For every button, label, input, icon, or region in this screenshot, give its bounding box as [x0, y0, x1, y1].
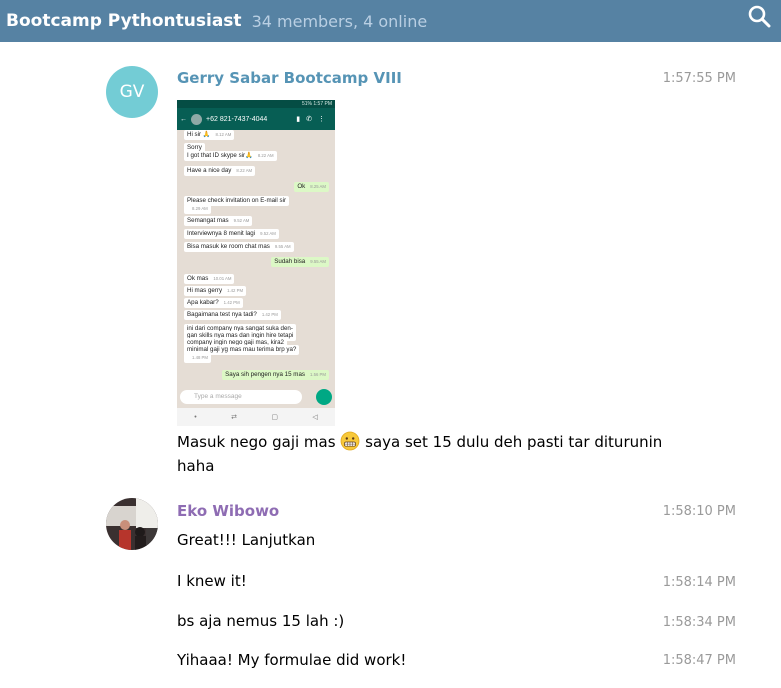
phone-nav-bar: • ⇄ ▢ ◁	[177, 408, 335, 426]
phone-bubble-time: 9.52 AM	[260, 231, 276, 236]
phone-bubble-text: I got that ID skype sir🙏	[187, 152, 253, 159]
phone-bubble-time: 8.22 AM	[257, 153, 274, 158]
phone-app-bar: ← +62 821-7437-4044 ▮✆⋮	[177, 108, 335, 130]
phone-bubble-time: 9.55 AM	[310, 259, 326, 264]
phone-bubble-incoming: Hi sir 🙏 8.12 AM	[184, 130, 235, 140]
author-name[interactable]: Eko Wibowo	[177, 502, 279, 520]
phone-bubble-text: Ok	[297, 183, 306, 190]
search-icon[interactable]	[747, 4, 771, 28]
phone-bubble-time: 1.42 PM	[261, 312, 278, 317]
phone-bubble-time: 10.01 AM	[213, 276, 232, 281]
phone-bubble-time: 9.52 AM	[233, 218, 250, 223]
phone-bubble-incoming: Have a nice day 8.22 AM	[184, 166, 256, 176]
phone-bubble-text: Please check invitation on E-mail sir	[187, 197, 287, 204]
phone-bubble-outgoing: Sudah bisa 9.55 AM	[271, 257, 329, 267]
phone-bubble-incoming: Interviewnya 8 menit lagi 9.52 AM	[184, 229, 279, 239]
phone-bubble-text: Sudah bisa	[274, 258, 306, 265]
author-name[interactable]: Gerry Sabar Bootcamp VIII	[177, 69, 402, 87]
phone-input-field: Type a message	[180, 390, 302, 404]
message-time: 1:58:10 PM	[662, 504, 736, 519]
phone-bubble-time: 8.29 AM	[192, 206, 208, 211]
avatar[interactable]	[106, 498, 158, 550]
message-text-part: haha	[177, 457, 215, 475]
phone-bubble-text: Hi mas gerry	[187, 287, 223, 294]
phone-bubble-incoming: Semangat mas 9.52 AM	[184, 216, 253, 226]
phone-bubble-text: minimal gaji yg mas mau terima brp ya?	[187, 346, 297, 353]
phone-bubble-text: Ok mas	[187, 275, 209, 282]
phone-bubble-incoming: Hi mas gerry 1.42 PM	[184, 286, 247, 296]
phone-bubble-time: 8.25 AM	[310, 184, 326, 189]
message-text: bs aja nemus 15 lah :)	[177, 612, 345, 630]
phone-bubble-time: 1.56 PM	[309, 372, 326, 377]
phone-bubble-incoming: Bagaimana test nya tadi? 1.42 PM	[184, 310, 281, 320]
phone-bubble-text: Semangat mas	[187, 217, 229, 224]
nav-dot-icon: •	[194, 413, 197, 421]
phone-bubble-incoming: Bisa masuk ke room chat mas 9.55 AM	[184, 242, 294, 252]
phone-bubble-text: Bisa masuk ke room chat mas	[187, 243, 270, 250]
chat-header: Bootcamp Pythontusiast 34 members, 4 onl…	[0, 0, 781, 42]
phone-chat-body: Hi sir 🙏 8.12 AM Sorry I got that ID skype …	[177, 130, 335, 386]
member-count: 34 members, 4 online	[251, 11, 428, 31]
message-text: I knew it!	[177, 572, 247, 590]
message-time: 1:58:47 PM	[662, 653, 736, 668]
phone-bubble-text: Interviewnya 8 menit lagi	[187, 230, 256, 237]
attached-screenshot[interactable]: 51% 1:57 PM ← +62 821-7437-4044 ▮✆⋮ Hi s…	[177, 100, 335, 426]
phone-bubble-time: 8.22 AM	[236, 168, 253, 173]
message-text: Yihaaa! My formulae did work!	[177, 651, 407, 669]
phone-contact-name: +62 821-7437-4044	[206, 115, 268, 123]
message-time: 1:58:14 PM	[662, 575, 736, 590]
phone-bubble-text: Hi sir 🙏	[187, 131, 211, 138]
message-text-part: Masuk nego gaji mas	[177, 433, 336, 451]
message-text: Great!!! Lanjutkan	[177, 531, 316, 549]
phone-bubble-time: 9.55 AM	[274, 244, 291, 249]
message-text: Masuk nego gaji mas saya set 15 dulu deh…	[177, 430, 737, 478]
phone-bubble-text: Have a nice day	[187, 167, 232, 174]
phone-bubble-incoming: 1.48 PM	[184, 353, 212, 363]
phone-bubble-outgoing: Saya sih pengen nya 15 mas 1.56 PM	[222, 370, 329, 380]
grimacing-face-icon	[340, 431, 360, 451]
phone-bubble-incoming: I got that ID skype sir🙏 8.22 AM	[184, 151, 277, 161]
chat-title[interactable]: Bootcamp Pythontusiast	[6, 11, 242, 31]
nav-recent-icon: ⇄	[231, 414, 237, 421]
call-icons: ▮✆⋮	[296, 116, 331, 123]
phone-bubble-incoming: Apa kabar? 1.42 PM	[184, 298, 243, 308]
nav-back-icon: ◁	[312, 414, 318, 421]
nav-home-icon: ▢	[271, 414, 278, 421]
phone-bubble-text: Sorry	[187, 144, 202, 151]
avatar-photo-image	[106, 498, 158, 550]
phone-bubble-incoming: 8.29 AM	[184, 204, 211, 214]
phone-input-bar: Type a message	[177, 386, 335, 408]
phone-bubble-text: Apa kabar?	[187, 299, 219, 306]
message-time: 1:58:34 PM	[662, 615, 736, 630]
contact-avatar	[191, 113, 202, 125]
phone-bubble-time: 8.12 AM	[215, 132, 232, 137]
avatar[interactable]: GV	[106, 66, 158, 118]
avatar-initials: GV	[119, 82, 145, 102]
phone-bubble-time: 1.42 PM	[227, 288, 244, 293]
phone-bubble-text: Saya sih pengen nya 15 mas	[225, 371, 305, 378]
phone-status-bar: 51% 1:57 PM	[177, 100, 335, 108]
phone-bubble-outgoing: Ok 8.25 AM	[294, 182, 329, 192]
phone-bubble-time: 1.48 PM	[192, 355, 209, 360]
message-time: 1:57:55 PM	[662, 71, 736, 86]
mic-icon	[316, 389, 332, 405]
back-arrow-icon: ←	[180, 115, 187, 123]
phone-bubble-incoming: Ok mas 10.01 AM	[184, 274, 235, 284]
phone-bubble-time: 1.42 PM	[223, 300, 240, 305]
message-text-part: saya set 15 dulu deh pasti tar diturunin	[365, 433, 663, 451]
phone-bubble-text: Bagaimana test nya tadi?	[187, 311, 257, 318]
